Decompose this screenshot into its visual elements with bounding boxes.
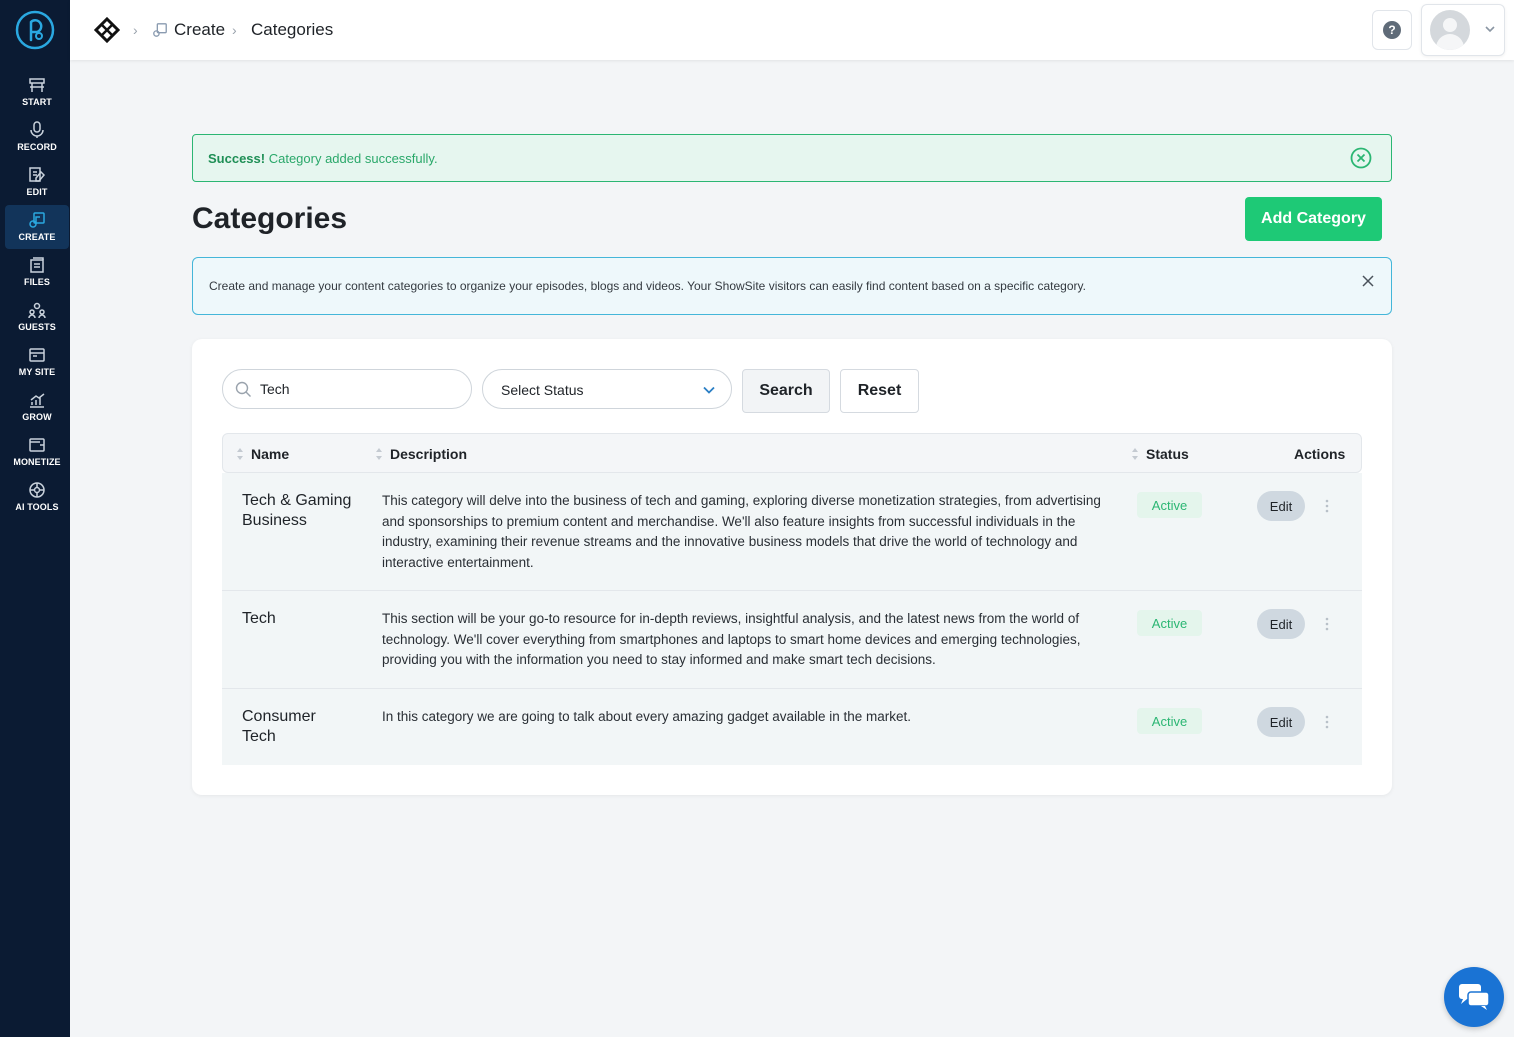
sidebar-item-record[interactable]: RECORD [5,115,69,159]
status-select[interactable]: Select Status [482,369,732,409]
microphone-icon [30,121,44,138]
info-banner: Create and manage your content categorie… [192,257,1392,315]
more-options-icon[interactable] [1322,498,1332,514]
create-icon [153,23,167,37]
category-description: In this category we are going to talk ab… [382,709,912,724]
question-icon: ? [1383,21,1401,39]
grow-icon [30,393,45,408]
more-options-icon[interactable] [1322,616,1332,632]
chevron-right-icon: › [232,22,237,38]
info-text: Create and manage your content categorie… [209,279,1086,293]
sidebar-item-files[interactable]: FILES [5,250,69,294]
category-name: Consumer Tech [242,708,316,745]
reset-button[interactable]: Reset [840,369,919,413]
chat-widget-button[interactable] [1444,967,1504,1027]
status-badge: Active [1137,708,1202,734]
ai-tools-icon [29,482,45,498]
sidebar-item-label: CREATE [18,232,56,242]
sidebar-item-label: MONETIZE [13,457,61,467]
help-button[interactable]: ? [1372,10,1412,50]
sidebar: START RECORD EDIT CREATE FILES GUESTS MY… [0,0,70,1037]
status-badge: Active [1137,492,1202,518]
close-circle-icon[interactable] [1350,147,1372,169]
page-title: Categories [192,202,348,235]
avatar [1430,10,1470,50]
sidebar-item-label: RECORD [17,142,57,152]
files-icon [30,257,44,273]
sort-icon[interactable] [236,447,244,461]
sidebar-item-label: AI TOOLS [15,502,59,512]
more-options-icon[interactable] [1322,714,1332,730]
category-description: This section will be your go-to resource… [382,611,1081,667]
sidebar-item-my-site[interactable]: MY SITE [5,340,69,384]
sort-icon[interactable] [375,447,383,461]
sidebar-item-start[interactable]: START [5,70,69,114]
close-icon[interactable] [1361,274,1375,288]
top-bar: › Create › Categories ? [70,0,1514,60]
sidebar-item-guests[interactable]: GUESTS [5,295,69,339]
status-select-value: Select Status [501,382,584,398]
guests-icon [28,302,46,319]
success-alert: Success! Category added successfully. [192,134,1392,182]
sidebar-item-label: GROW [22,412,52,422]
chevron-right-icon: › [133,22,138,38]
table-row: Consumer Tech In this category we are go… [222,689,1362,765]
sidebar-item-label: EDIT [26,187,48,197]
table-row: Tech & Gaming Business This category wil… [222,473,1362,591]
edit-button[interactable]: Edit [1257,707,1305,737]
chevron-down-icon [1485,26,1495,33]
sidebar-item-ai-tools[interactable]: AI TOOLS [5,475,69,519]
category-name: Tech & Gaming Business [242,492,352,529]
column-header-description[interactable]: Description [390,446,467,462]
search-field[interactable] [222,369,472,409]
column-header-actions: Actions [1294,446,1346,462]
table-header: Name Description Status Actions [222,433,1362,473]
sidebar-item-label: GUESTS [18,322,56,332]
search-button[interactable]: Search [742,369,830,413]
sidebar-item-label: FILES [23,277,50,287]
chevron-down-icon [703,386,715,394]
app-logo-icon[interactable] [15,10,55,50]
search-icon [235,381,251,397]
sidebar-item-edit[interactable]: EDIT [5,160,69,204]
add-category-button[interactable]: Add Category [1245,197,1382,241]
category-name: Tech [242,610,276,627]
search-input[interactable] [260,379,460,399]
breadcrumb-create[interactable]: Create [174,20,225,40]
categories-card: Select Status Search Reset Name Descript… [192,339,1392,795]
breadcrumb-categories: Categories [251,20,334,39]
column-header-status[interactable]: Status [1146,446,1189,462]
sidebar-item-label: MY SITE [18,367,56,377]
sidebar-item-grow[interactable]: GROW [5,385,69,429]
start-icon [29,78,45,92]
table-row: Tech This section will be your go-to res… [222,591,1362,689]
success-message: Success! Category added successfully. [208,151,438,166]
create-icon [29,212,45,228]
edit-button[interactable]: Edit [1257,491,1305,521]
sidebar-item-monetize[interactable]: MONETIZE [5,430,69,474]
my-site-icon [29,348,45,362]
profile-menu-button[interactable] [1421,4,1505,56]
column-header-name[interactable]: Name [251,446,289,462]
edit-button[interactable]: Edit [1257,609,1305,639]
sidebar-item-create[interactable]: CREATE [5,205,69,249]
monetize-icon [29,438,45,452]
brand-mark-icon[interactable] [94,17,120,43]
chat-icon [1459,984,1490,1010]
status-badge: Active [1137,610,1202,636]
edit-icon [29,167,46,182]
sidebar-item-label: START [22,97,52,107]
category-description: This category will delve into the busine… [382,493,1101,570]
sort-icon[interactable] [1131,447,1139,461]
